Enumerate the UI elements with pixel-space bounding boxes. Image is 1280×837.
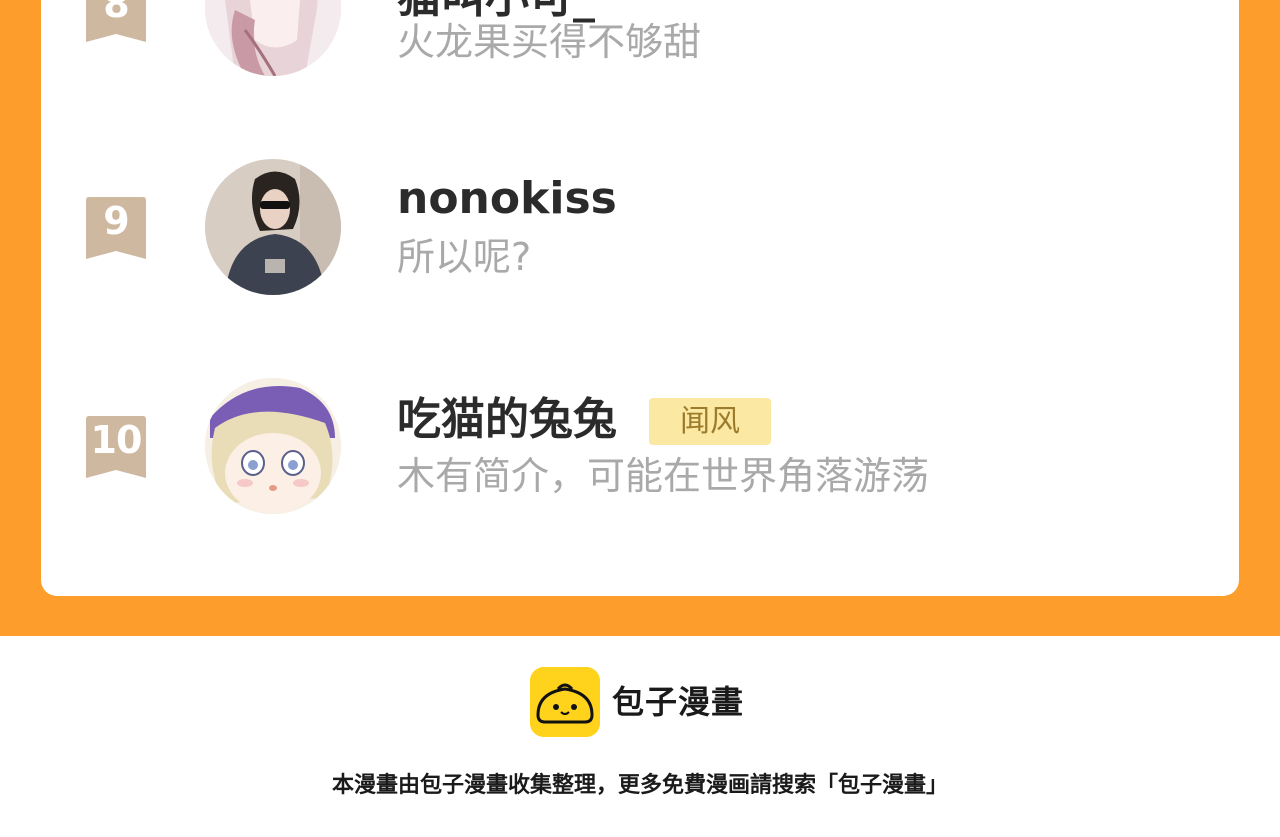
user-bio: 所以呢? <box>397 235 532 279</box>
rank-badge: 8 <box>86 0 146 42</box>
rank-badge: 10 <box>86 416 146 478</box>
ranking-row[interactable]: 8 猫叫小可_ 火龙果买得不够甜 <box>0 0 1280 80</box>
rank-number: 8 <box>103 0 129 26</box>
footer-note: 本漫畫由包子漫畫收集整理，更多免費漫画請搜索「包子漫畫」 <box>331 773 948 798</box>
brand-name: 包子漫畫 <box>612 683 745 721</box>
avatar[interactable] <box>205 0 341 76</box>
rank-badge: 9 <box>86 197 146 259</box>
user-bio: 木有简介，可能在世界角落游荡 <box>397 454 930 498</box>
ranking-row[interactable]: 9 nonokiss 所以呢? <box>0 159 1280 299</box>
username[interactable]: nonokiss <box>397 171 617 227</box>
avatar[interactable] <box>205 159 341 295</box>
rank-number: 10 <box>90 418 143 462</box>
baozi-logo-icon <box>530 667 600 737</box>
rank-number: 9 <box>103 199 129 243</box>
user-tag-badge: 闻风 <box>649 398 771 445</box>
username[interactable]: 吃猫的兔兔 <box>397 392 617 448</box>
avatar[interactable] <box>205 378 341 514</box>
ranking-row[interactable]: 10 吃猫的兔兔 闻风 木有简介，可能在世界角落游荡 <box>0 378 1280 518</box>
user-bio: 火龙果买得不够甜 <box>397 20 702 64</box>
